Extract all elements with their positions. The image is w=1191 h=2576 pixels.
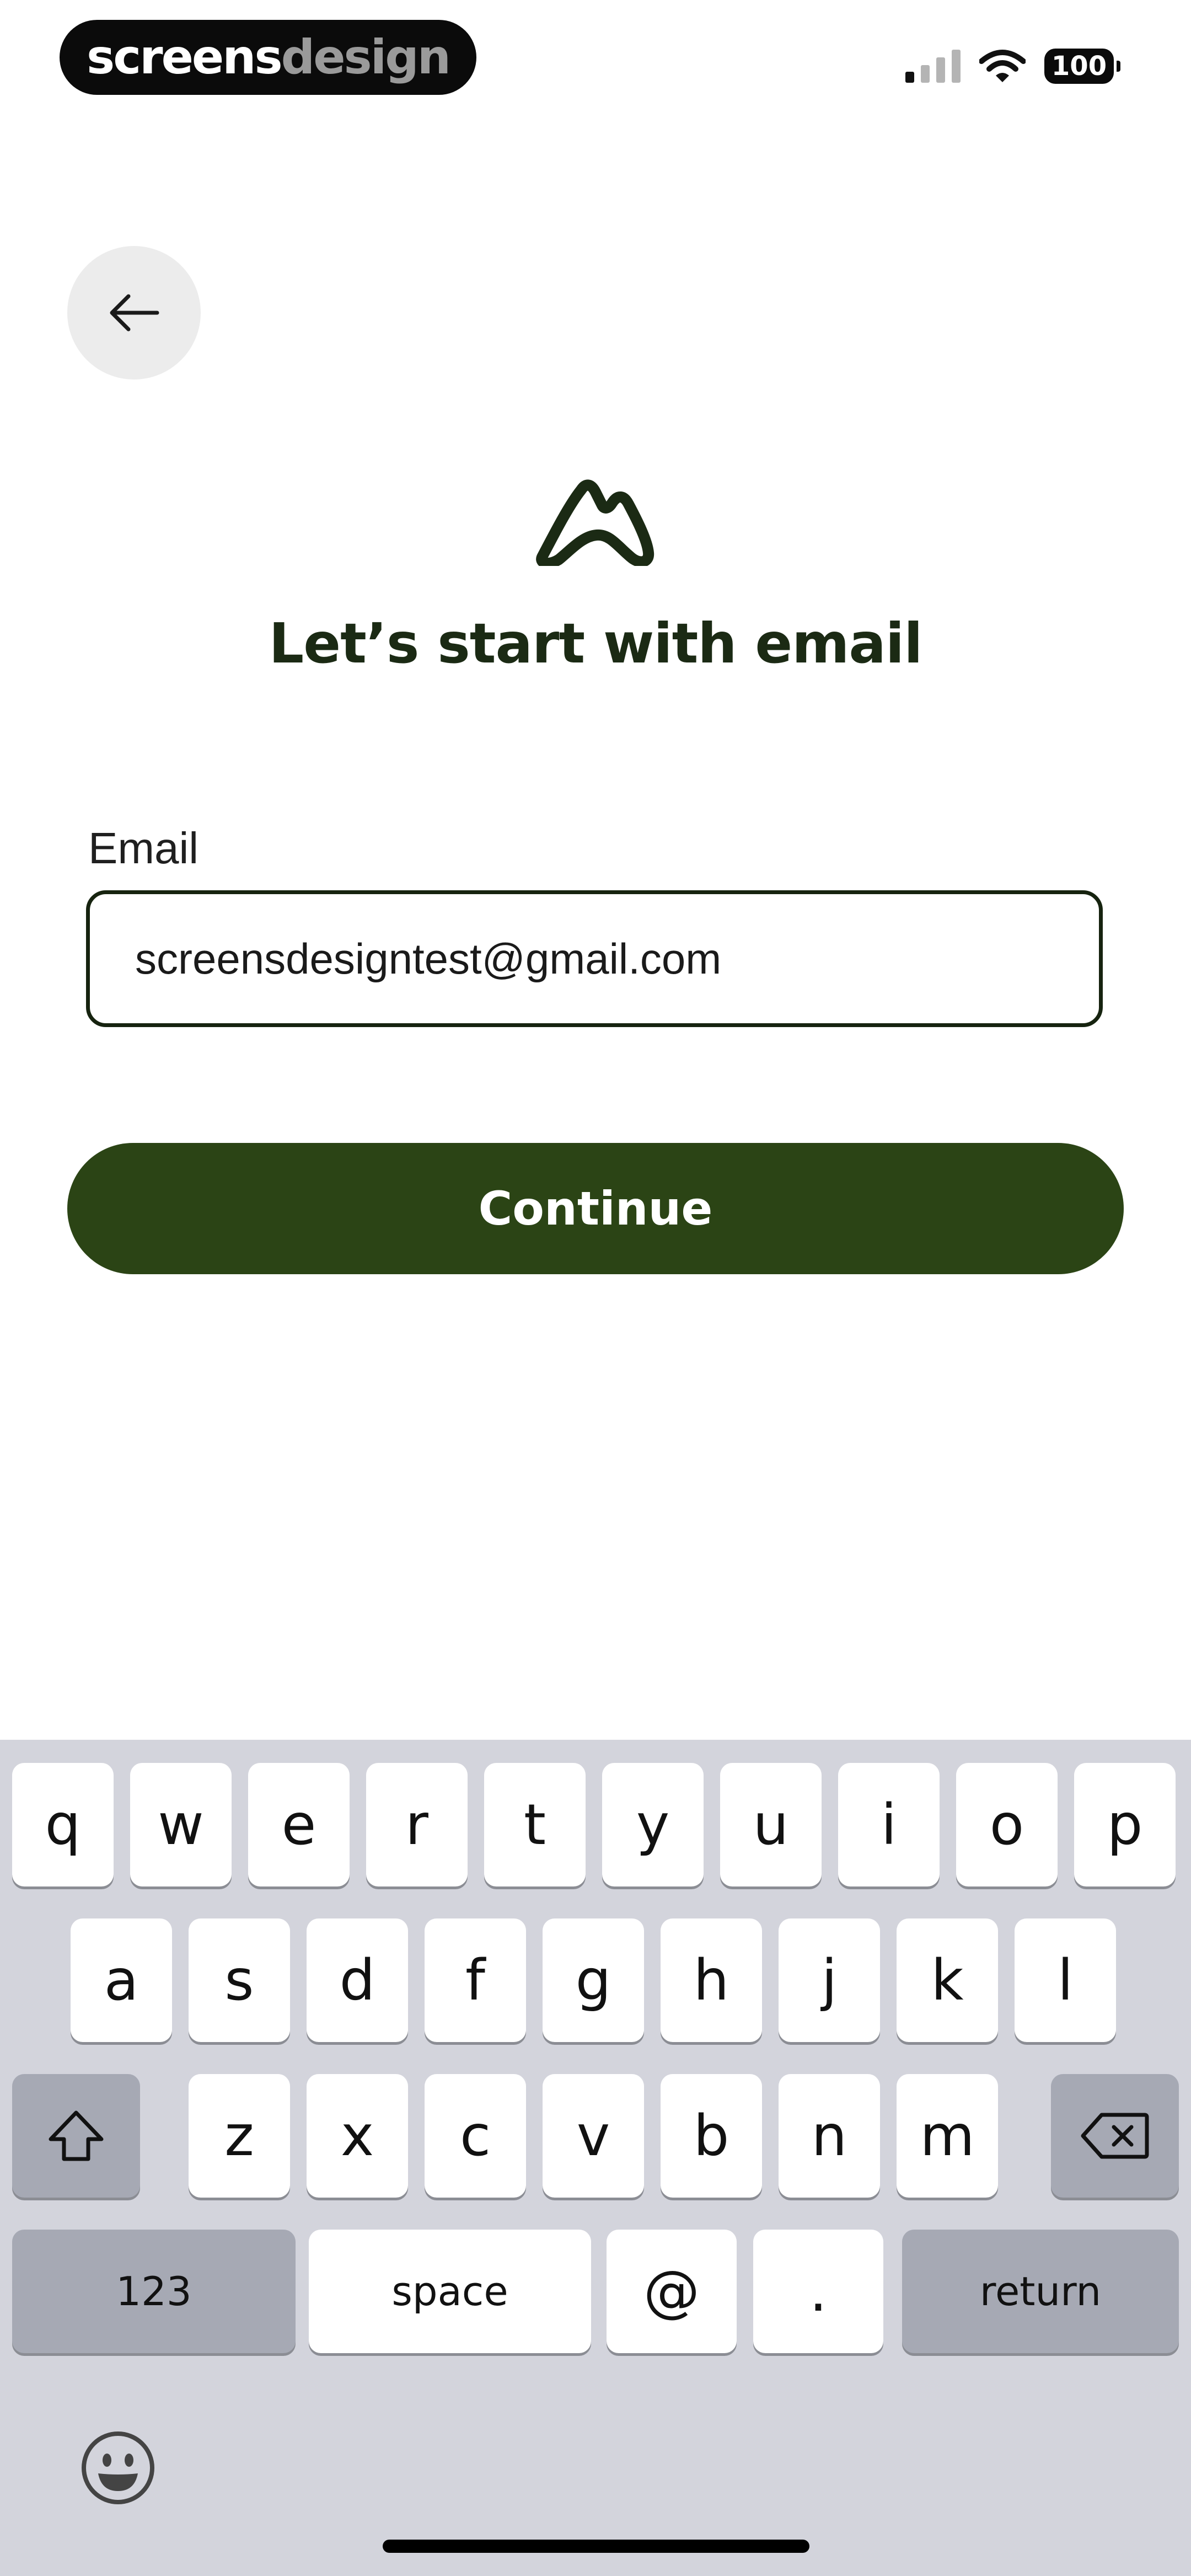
delete-key[interactable] xyxy=(1051,2074,1179,2198)
key-q[interactable]: q xyxy=(12,1763,114,1886)
battery-level: 100 xyxy=(1051,51,1107,82)
key-u[interactable]: u xyxy=(720,1763,822,1886)
email-signup-screen: screens design 100 Let’s start with email… xyxy=(0,0,1191,2576)
email-field[interactable] xyxy=(86,890,1103,1027)
key-e[interactable]: e xyxy=(248,1763,350,1886)
key-y[interactable]: y xyxy=(602,1763,704,1886)
backspace-icon xyxy=(1081,2113,1149,2159)
key-a[interactable]: a xyxy=(71,1918,172,2042)
key-c[interactable]: c xyxy=(425,2074,526,2198)
key-b[interactable]: b xyxy=(661,2074,762,2198)
status-icons: 100 xyxy=(905,46,1120,86)
signal-icon xyxy=(905,50,961,83)
brand-watermark: screens design xyxy=(60,20,476,95)
key-h[interactable]: h xyxy=(661,1918,762,2042)
shift-icon xyxy=(49,2110,104,2161)
return-key[interactable]: return xyxy=(902,2230,1179,2353)
at-key[interactable]: @ xyxy=(607,2230,737,2353)
key-x[interactable]: x xyxy=(307,2074,408,2198)
numbers-key[interactable]: 123 xyxy=(12,2230,296,2353)
back-button[interactable] xyxy=(67,246,201,380)
key-s[interactable]: s xyxy=(189,1918,290,2042)
page-title: Let’s start with email xyxy=(269,611,923,676)
key-v[interactable]: v xyxy=(543,2074,644,2198)
emoji-button[interactable] xyxy=(77,2427,159,2509)
key-r[interactable]: r xyxy=(366,1763,468,1886)
shift-key[interactable] xyxy=(12,2074,140,2198)
key-g[interactable]: g xyxy=(543,1918,644,2042)
emoji-icon xyxy=(82,2431,154,2504)
key-w[interactable]: w xyxy=(130,1763,232,1886)
key-z[interactable]: z xyxy=(189,2074,290,2198)
email-label: Email xyxy=(88,824,199,873)
key-p[interactable]: p xyxy=(1074,1763,1176,1886)
continue-button[interactable]: Continue xyxy=(67,1143,1124,1274)
arrow-left-icon xyxy=(110,294,159,332)
home-indicator[interactable] xyxy=(383,2540,809,2553)
dot-key[interactable]: . xyxy=(753,2230,883,2353)
key-f[interactable]: f xyxy=(425,1918,526,2042)
key-n[interactable]: n xyxy=(779,2074,880,2198)
brand-text-screens: screens xyxy=(87,30,283,85)
key-d[interactable]: d xyxy=(307,1918,408,2042)
mountain-logo-icon xyxy=(536,479,654,566)
key-t[interactable]: t xyxy=(484,1763,586,1886)
key-k[interactable]: k xyxy=(897,1918,998,2042)
brand-text-design: design xyxy=(281,30,451,85)
key-o[interactable]: o xyxy=(956,1763,1058,1886)
key-l[interactable]: l xyxy=(1015,1918,1116,2042)
space-key[interactable]: space xyxy=(309,2230,591,2353)
key-j[interactable]: j xyxy=(779,1918,880,2042)
wifi-icon xyxy=(979,50,1026,82)
key-m[interactable]: m xyxy=(897,2074,998,2198)
key-i[interactable]: i xyxy=(838,1763,940,1886)
battery-icon: 100 xyxy=(1044,49,1120,84)
